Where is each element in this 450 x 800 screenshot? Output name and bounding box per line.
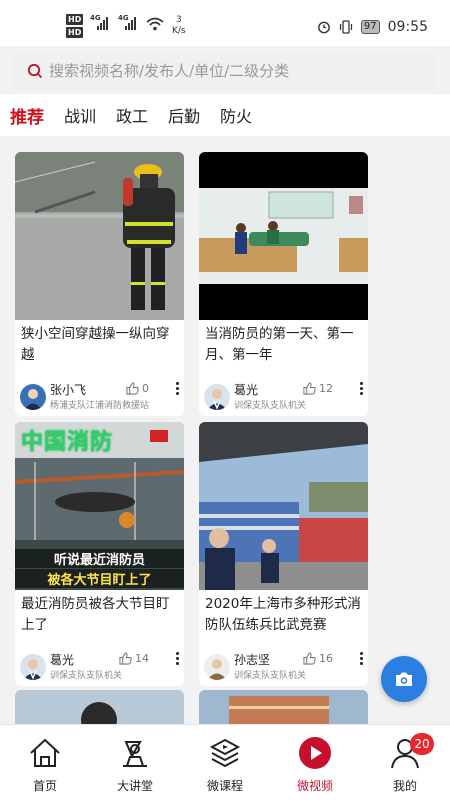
thumbs-up-icon: [126, 382, 139, 395]
video-card[interactable]: 当消防员的第一天、第一月、第一年 葛光 训保支队支队机关 12: [199, 152, 368, 416]
video-thumbnail[interactable]: [15, 152, 184, 320]
nav-video[interactable]: 微视频: [270, 725, 360, 800]
author-unit: 训保支队支队机关: [50, 671, 123, 681]
camera-icon: [396, 672, 412, 686]
tab-logistics[interactable]: 后勤: [168, 103, 200, 127]
author-unit: 杨浦支队江浦消防救援站: [50, 401, 150, 411]
video-title: 2020年上海市多种形式消防队伍练兵比武竞赛: [205, 596, 361, 633]
video-thumbnail[interactable]: [15, 690, 184, 724]
thumbnail-caption: 听说最近消防员: [15, 549, 184, 568]
nav-label: 我的: [392, 779, 417, 793]
video-thumbnail[interactable]: [199, 422, 368, 590]
course-icon: [209, 738, 241, 768]
nav-label: 大讲堂: [116, 779, 153, 793]
video-card[interactable]: [15, 690, 184, 724]
more-options-icon[interactable]: [358, 382, 364, 395]
like-button[interactable]: 16: [303, 652, 333, 665]
nav-label: 微课程: [206, 779, 243, 793]
nav-label: 微视频: [296, 779, 333, 793]
nav-profile[interactable]: 我的 20: [360, 725, 450, 800]
author-name: 孙志坚: [234, 653, 271, 667]
video-card[interactable]: 中国消防 听说最近消防员 被各大节目盯上了 最近消防员被各大节目盯上了 葛光 训…: [15, 422, 184, 686]
video-icon: [299, 737, 331, 769]
signal-icon-2: [125, 16, 136, 30]
status-bar: HD HD 4G 4G 3 K/s 97 09:55: [0, 0, 450, 46]
tab-training[interactable]: 战训: [64, 103, 96, 127]
author-name: 葛光: [234, 383, 259, 397]
video-thumbnail[interactable]: [199, 152, 368, 320]
like-button[interactable]: 0: [126, 382, 149, 395]
video-feed: 狭小空间穿越操一纵向穿越 张小飞 杨浦支队江浦消防救援站 0 当消防员的第一天、…: [0, 136, 450, 724]
network-speed: 3 K/s: [172, 15, 186, 36]
video-card[interactable]: [199, 690, 368, 724]
author-name: 葛光: [50, 653, 75, 667]
like-button[interactable]: 14: [119, 652, 149, 665]
video-card[interactable]: 狭小空间穿越操一纵向穿越 张小飞 杨浦支队江浦消防救援站 0: [15, 152, 184, 416]
like-button[interactable]: 12: [303, 382, 333, 395]
notification-badge: 20: [410, 733, 434, 755]
tab-political[interactable]: 政工: [116, 103, 148, 127]
wifi-icon: [146, 17, 164, 31]
thumbs-up-icon: [303, 382, 316, 395]
video-thumbnail[interactable]: [199, 690, 368, 724]
video-title: 最近消防员被各大节目盯上了: [21, 596, 170, 633]
video-title: 当消防员的第一天、第一月、第一年: [205, 326, 354, 363]
nav-label: 首页: [32, 779, 57, 793]
avatar: [204, 654, 230, 680]
tab-fire-prevention[interactable]: 防火: [220, 103, 252, 127]
thumbs-up-icon: [119, 652, 132, 665]
avatar: [20, 654, 46, 680]
like-count: 16: [319, 652, 333, 665]
more-options-icon[interactable]: [174, 382, 180, 395]
camera-button[interactable]: [381, 656, 427, 702]
like-count: 0: [142, 382, 149, 395]
category-tabs: 推荐 战训 政工 后勤 防火: [0, 94, 450, 136]
like-count: 14: [135, 652, 149, 665]
like-count: 12: [319, 382, 333, 395]
bottom-navigation: 首页 大讲堂 微课程 微视频 我的 20: [0, 724, 450, 800]
home-icon: [30, 738, 60, 767]
thumbnail-caption: 被各大节目盯上了: [15, 569, 184, 588]
thumbs-up-icon: [303, 652, 316, 665]
author-unit: 训保支队支队机关: [234, 671, 307, 681]
nav-lecture[interactable]: 大讲堂: [90, 725, 180, 800]
thumbnail-overlay-title: 中国消防: [21, 430, 114, 455]
tab-recommend[interactable]: 推荐: [10, 103, 44, 128]
nav-home[interactable]: 首页: [0, 725, 90, 800]
avatar: [204, 384, 230, 410]
avatar: [20, 384, 46, 410]
hd-indicator: HD HD: [66, 14, 84, 38]
lecture-icon: [123, 741, 147, 767]
search-input[interactable]: [49, 52, 419, 90]
vibrate-icon: [339, 20, 353, 34]
more-options-icon[interactable]: [174, 652, 180, 665]
author-unit: 训保支队支队机关: [234, 401, 307, 411]
clock: 09:55: [387, 19, 428, 35]
signal-icon: [97, 16, 108, 30]
video-card[interactable]: 2020年上海市多种形式消防队伍练兵比武竞赛 孙志坚 训保支队支队机关 16: [199, 422, 368, 686]
author-name: 张小飞: [50, 383, 87, 397]
search-icon: [27, 63, 43, 79]
battery-level: 97: [360, 20, 380, 34]
search-bar[interactable]: [13, 52, 437, 90]
more-options-icon[interactable]: [358, 652, 364, 665]
nav-course[interactable]: 微课程: [180, 725, 270, 800]
alarm-icon: [318, 21, 330, 34]
video-title: 狭小空间穿越操一纵向穿越: [21, 326, 170, 363]
